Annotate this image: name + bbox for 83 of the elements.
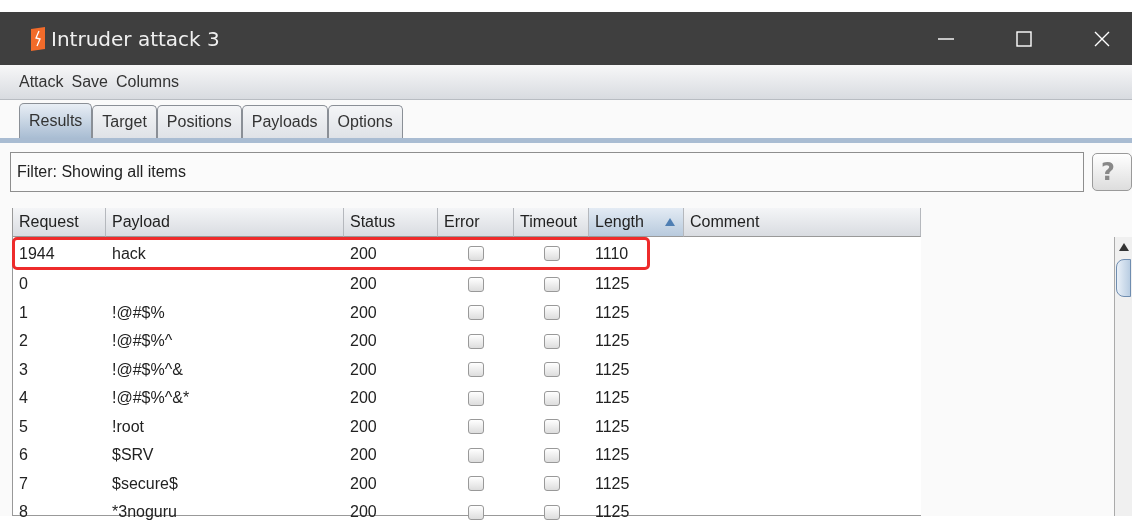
checkbox[interactable] [543, 305, 560, 321]
column-header[interactable]: Payload [106, 208, 344, 237]
table-cell: 3 [19, 360, 28, 379]
table-cell: 2 [19, 332, 28, 351]
filter-field[interactable]: Filter: Showing all items [10, 152, 1085, 192]
table-cell: *3noguru [112, 503, 177, 522]
table-cell: 1125 [595, 303, 630, 322]
checkbox[interactable] [468, 305, 484, 321]
column-header[interactable]: Request [13, 208, 106, 237]
column-header[interactable]: Error [438, 208, 514, 237]
table-cell: !@#$%^ [112, 332, 173, 351]
table-cell: 200 [350, 244, 377, 263]
table-cell: 1125 [595, 389, 630, 408]
table-cell: 7 [19, 474, 28, 493]
scroll-up-icon[interactable] [1118, 243, 1129, 251]
tab[interactable]: Results [19, 103, 93, 138]
table-cell: !@#$% [112, 303, 165, 322]
checkbox[interactable] [543, 276, 560, 292]
table-cell: !@#$%^& [112, 360, 183, 379]
table-cell: 200 [350, 417, 377, 436]
tab[interactable]: Positions [156, 105, 242, 138]
table-cell: 200 [350, 503, 377, 522]
checkbox[interactable] [543, 476, 560, 492]
checkbox[interactable] [543, 390, 560, 406]
checkbox[interactable] [543, 504, 560, 520]
table-cell: 200 [350, 446, 377, 465]
table-cell: !@#$%^&* [112, 389, 190, 408]
table-cell: $SRV [112, 446, 154, 465]
close-icon[interactable] [1094, 30, 1110, 47]
checkbox[interactable] [543, 246, 560, 261]
table-cell: 1125 [595, 332, 630, 351]
table-cell: $secure$ [112, 474, 178, 493]
table-cell: hack [112, 244, 146, 263]
checkbox[interactable] [543, 447, 560, 463]
checkbox[interactable] [468, 419, 484, 435]
table-cell: 1125 [595, 503, 630, 522]
table-cell: 1 [19, 303, 28, 322]
table-cell: 200 [350, 389, 377, 408]
checkbox[interactable] [468, 276, 484, 292]
table-cell: 8 [19, 503, 28, 522]
checkbox[interactable] [468, 390, 484, 406]
column-header[interactable]: Comment [684, 208, 921, 237]
column-header[interactable]: Timeout [514, 208, 589, 237]
table-cell: 200 [350, 303, 377, 322]
table-cell: 1110 [595, 244, 629, 263]
table-cell: 5 [19, 417, 28, 436]
table-cell: 0 [19, 275, 28, 294]
table-cell: 1125 [595, 446, 630, 465]
menu-item[interactable]: Save [71, 73, 108, 91]
menu-item[interactable]: Attack [19, 73, 64, 91]
table-cell: 6 [19, 446, 28, 465]
table-cell: 4 [19, 389, 28, 408]
checkbox[interactable] [543, 333, 560, 349]
table-cell: 200 [350, 360, 377, 379]
column-header[interactable]: Status [344, 208, 438, 237]
checkbox[interactable] [468, 246, 484, 261]
checkbox[interactable] [468, 447, 484, 463]
checkbox[interactable] [543, 419, 560, 435]
window-title: Intruder attack 3 [51, 26, 220, 51]
column-header[interactable]: Length [589, 208, 684, 237]
sort-ascending-icon [665, 218, 675, 226]
scrollbar[interactable] [1114, 237, 1132, 516]
tab[interactable]: Payloads [241, 105, 328, 138]
maximize-icon[interactable] [1016, 30, 1032, 47]
menu-item[interactable]: Columns [115, 73, 180, 91]
checkbox[interactable] [543, 362, 560, 378]
table-cell: 1125 [595, 417, 630, 436]
table-cell: 200 [350, 275, 377, 294]
table-cell: 200 [350, 474, 377, 493]
table-cell: 1125 [595, 474, 630, 493]
scroll-thumb[interactable] [1116, 259, 1131, 297]
tab[interactable]: Target [92, 105, 157, 138]
table-cell: 1944 [19, 244, 55, 263]
checkbox[interactable] [468, 362, 484, 378]
checkbox[interactable] [468, 333, 484, 349]
checkbox[interactable] [468, 476, 484, 492]
table-cell: !root [112, 417, 144, 436]
checkbox[interactable] [468, 504, 484, 520]
table-cell: 1125 [595, 275, 630, 294]
tab[interactable]: Options [327, 105, 403, 138]
app-logo-icon [31, 26, 45, 51]
table-cell: 1125 [595, 360, 630, 379]
table-cell: 200 [350, 332, 377, 351]
